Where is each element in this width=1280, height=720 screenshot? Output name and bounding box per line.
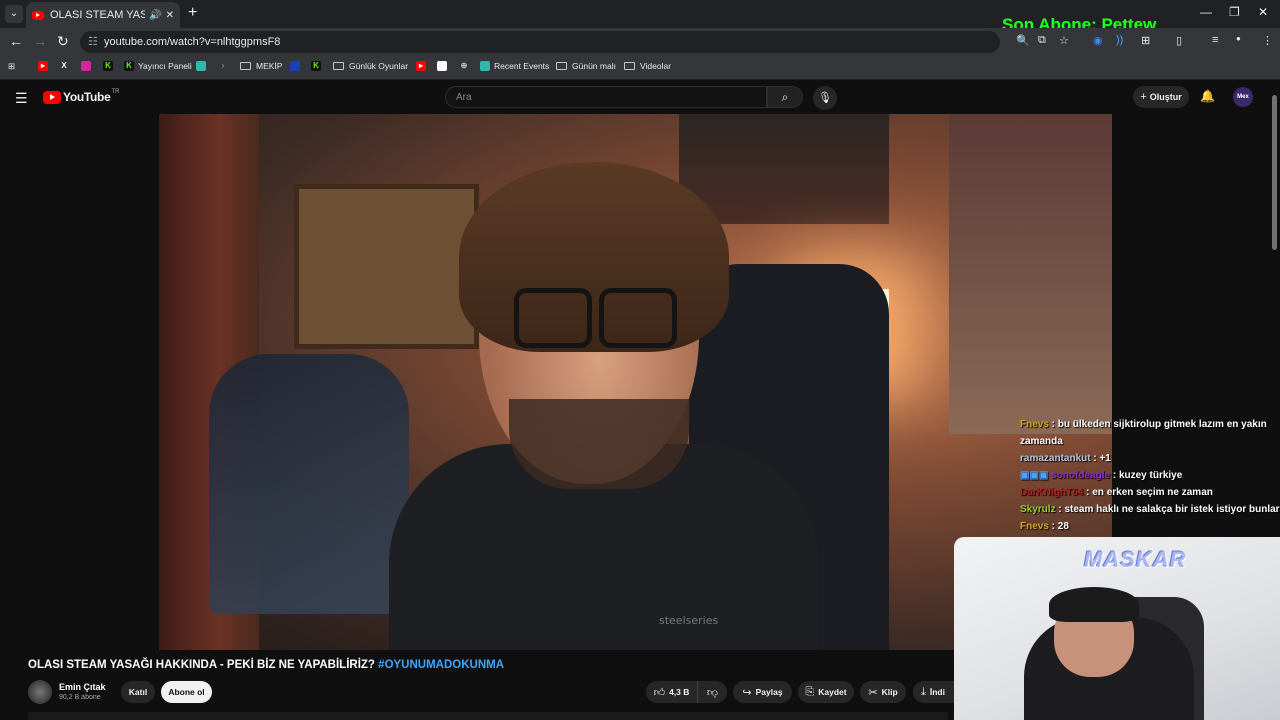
plus-icon: +	[1140, 91, 1147, 103]
webcam-overlay: MASKAR	[954, 537, 1280, 720]
extension-icon[interactable]: ◉	[1093, 34, 1103, 47]
webcam-overlay-title: MASKAR	[1084, 547, 1187, 572]
side-panel-icon[interactable]: ▯	[1176, 34, 1182, 47]
bookmark-instagram-icon[interactable]	[81, 61, 95, 71]
youtube-play-icon	[43, 90, 61, 104]
thumbs-up-icon: 👍︎	[653, 686, 666, 699]
extensions-puzzle-icon[interactable]: ⊞	[1141, 34, 1150, 47]
reload-icon[interactable]: ↻	[57, 33, 69, 50]
install-app-icon[interactable]: ⧉	[1038, 34, 1046, 47]
share-button[interactable]: ↪ Paylaş	[733, 681, 792, 703]
folder-icon	[333, 62, 344, 70]
page-scrollbar[interactable]	[1272, 95, 1277, 250]
bookmark-folder-videolar[interactable]: Videolar	[624, 61, 671, 71]
menu-kebab-icon[interactable]: ⋮	[1262, 34, 1273, 47]
microphone-icon: 🎙	[818, 92, 832, 104]
bookmark-kick-icon[interactable]: K	[103, 61, 117, 71]
dislike-button[interactable]: 👎︎	[697, 681, 727, 703]
bookmark-recent-events[interactable]: Recent Events	[480, 61, 549, 71]
tab-close-icon[interactable]: ✕	[166, 10, 174, 21]
site-info-icon[interactable]: ☷	[88, 35, 98, 48]
description-box-edge	[28, 712, 948, 720]
bookmark-blue-icon[interactable]	[290, 61, 304, 71]
youtube-logo[interactable]: YouTube TR	[43, 89, 119, 104]
voice-search-button[interactable]: 🎙	[813, 86, 837, 110]
notifications-bell-icon[interactable]: 🔔	[1200, 89, 1215, 103]
bookmark-x-icon[interactable]: X	[59, 61, 73, 71]
scissors-icon: ✂	[868, 686, 878, 699]
folder-icon	[624, 62, 635, 70]
close-window-icon[interactable]: ✕	[1258, 5, 1268, 19]
url-text[interactable]: youtube.com/watch?v=nlhtggpmsF8	[104, 36, 280, 48]
back-icon[interactable]: ←	[9, 33, 23, 49]
share-icon: ↪	[742, 686, 752, 699]
account-avatar[interactable]: Mex	[1233, 87, 1253, 107]
shirt-brand-text: steelseries	[659, 614, 719, 627]
subscriber-count: 90,2 B abone	[59, 694, 101, 701]
chat-message: Skyrulz : steam haklı ne salakça bir ist…	[1020, 504, 1280, 515]
streamlabs-icon	[480, 61, 490, 71]
video-title: OLASI STEAM YASAĞI HAKKINDA - PEKİ BİZ N…	[28, 659, 505, 671]
stream-chat-overlay: Fnevs : bu ülkeden sijktirolup gitmek la…	[1020, 416, 1280, 535]
channel-avatar[interactable]	[28, 680, 52, 704]
bookmark-folder-gunun-mali[interactable]: Günün malı	[556, 61, 616, 71]
omnibox[interactable]: ☷ youtube.com/watch?v=nlhtggpmsF8	[80, 31, 1000, 53]
search-button[interactable]: ⌕	[767, 86, 803, 108]
bookmark-kick-icon-2[interactable]: K	[311, 61, 325, 71]
bookmark-teal-icon[interactable]	[196, 61, 210, 71]
bookmark-yayinci-paneli[interactable]: K Yayıncı Paneli	[124, 61, 192, 71]
bookmark-youtube-icon-2[interactable]: ▸	[416, 61, 430, 71]
youtube-favicon-icon	[32, 10, 44, 20]
kick-icon: K	[124, 61, 134, 71]
chat-message: ramazantankut : +1	[1020, 453, 1111, 464]
address-toolbar: ← → ↻ ☷ youtube.com/watch?v=nlhtggpmsF8 …	[0, 28, 1280, 56]
chat-message: ▣▣▣ sonofdeagle : kuzey türkiye	[1020, 470, 1183, 481]
download-button[interactable]: ⤓ İndi	[913, 681, 954, 703]
bookmark-image-icon[interactable]	[437, 61, 451, 71]
search-icon: ⌕	[781, 90, 789, 104]
folder-icon	[556, 62, 567, 70]
bookmark-star-icon[interactable]: ☆	[1059, 34, 1069, 47]
chat-message: Fnevs : bu ülkeden sijktirolup gitmek la…	[1020, 419, 1267, 447]
create-button[interactable]: + Oluştur	[1133, 86, 1189, 108]
folder-icon	[240, 62, 251, 70]
channel-name[interactable]: Emin Çıtak	[59, 682, 106, 692]
restore-icon[interactable]: ❐	[1229, 5, 1240, 19]
bookmark-folder-mekip[interactable]: MEKİP	[240, 61, 282, 71]
youtube-header: ☰ YouTube TR Ara ⌕ 🎙 + Oluştur 🔔 Mex	[0, 80, 1280, 114]
tab-search-button[interactable]: ⌄	[5, 5, 23, 23]
tab-title: OLASI STEAM YASAĞI HAKK	[50, 9, 146, 21]
bookmark-globe-icon[interactable]: ⊕	[459, 61, 473, 71]
chat-message: Fnevs : 28	[1020, 521, 1069, 532]
minimize-icon[interactable]: —	[1200, 5, 1212, 19]
like-button[interactable]: 👍︎ 4,3 B	[646, 681, 697, 703]
microphone-arm	[209, 354, 409, 614]
audio-playing-icon[interactable]: 🔊	[149, 10, 161, 21]
search-input[interactable]: Ara	[445, 86, 767, 108]
join-button[interactable]: Katıl	[121, 681, 155, 703]
chat-message: DarKNighT64 : en erken seçim ne zaman	[1020, 487, 1213, 498]
thumbs-down-icon: 👎︎	[706, 686, 719, 699]
forward-icon[interactable]: →	[33, 33, 47, 49]
apps-grid-icon[interactable]: ⊞	[8, 61, 15, 72]
chat-badge-icon: ▣▣▣	[1020, 470, 1049, 481]
hashtag-link[interactable]: #OYUNUMADOKUNMA	[378, 659, 504, 671]
save-button[interactable]: ⎘ Kaydet	[798, 681, 854, 703]
bookmark-arrow-icon[interactable]: ›	[218, 61, 232, 71]
browser-tab[interactable]: OLASI STEAM YASAĞI HAKK 🔊 ✕	[26, 2, 180, 28]
profile-icon[interactable]: ●	[1236, 34, 1241, 43]
reading-list-icon[interactable]: ≡	[1212, 34, 1218, 46]
zoom-icon[interactable]: 🔍	[1016, 34, 1030, 47]
bookmark-youtube-icon[interactable]: ▸	[38, 61, 52, 71]
subscribe-button[interactable]: Abone ol	[161, 681, 212, 703]
guide-menu-icon[interactable]: ☰	[15, 90, 28, 107]
clip-button[interactable]: ✂ Klip	[860, 681, 906, 703]
bookmarks-bar: ⊞ ▸ X K K Yayıncı Paneli › MEKİP K Günlük…	[0, 56, 1280, 80]
bookmark-folder-gunluk-oyunlar[interactable]: Günlük Oyunlar	[333, 61, 408, 71]
new-tab-button[interactable]: +	[188, 4, 197, 22]
bookmark-save-icon: ⎘	[805, 685, 815, 698]
download-icon: ⤓	[921, 685, 926, 698]
extension-wave-icon[interactable]: ))	[1116, 34, 1123, 46]
